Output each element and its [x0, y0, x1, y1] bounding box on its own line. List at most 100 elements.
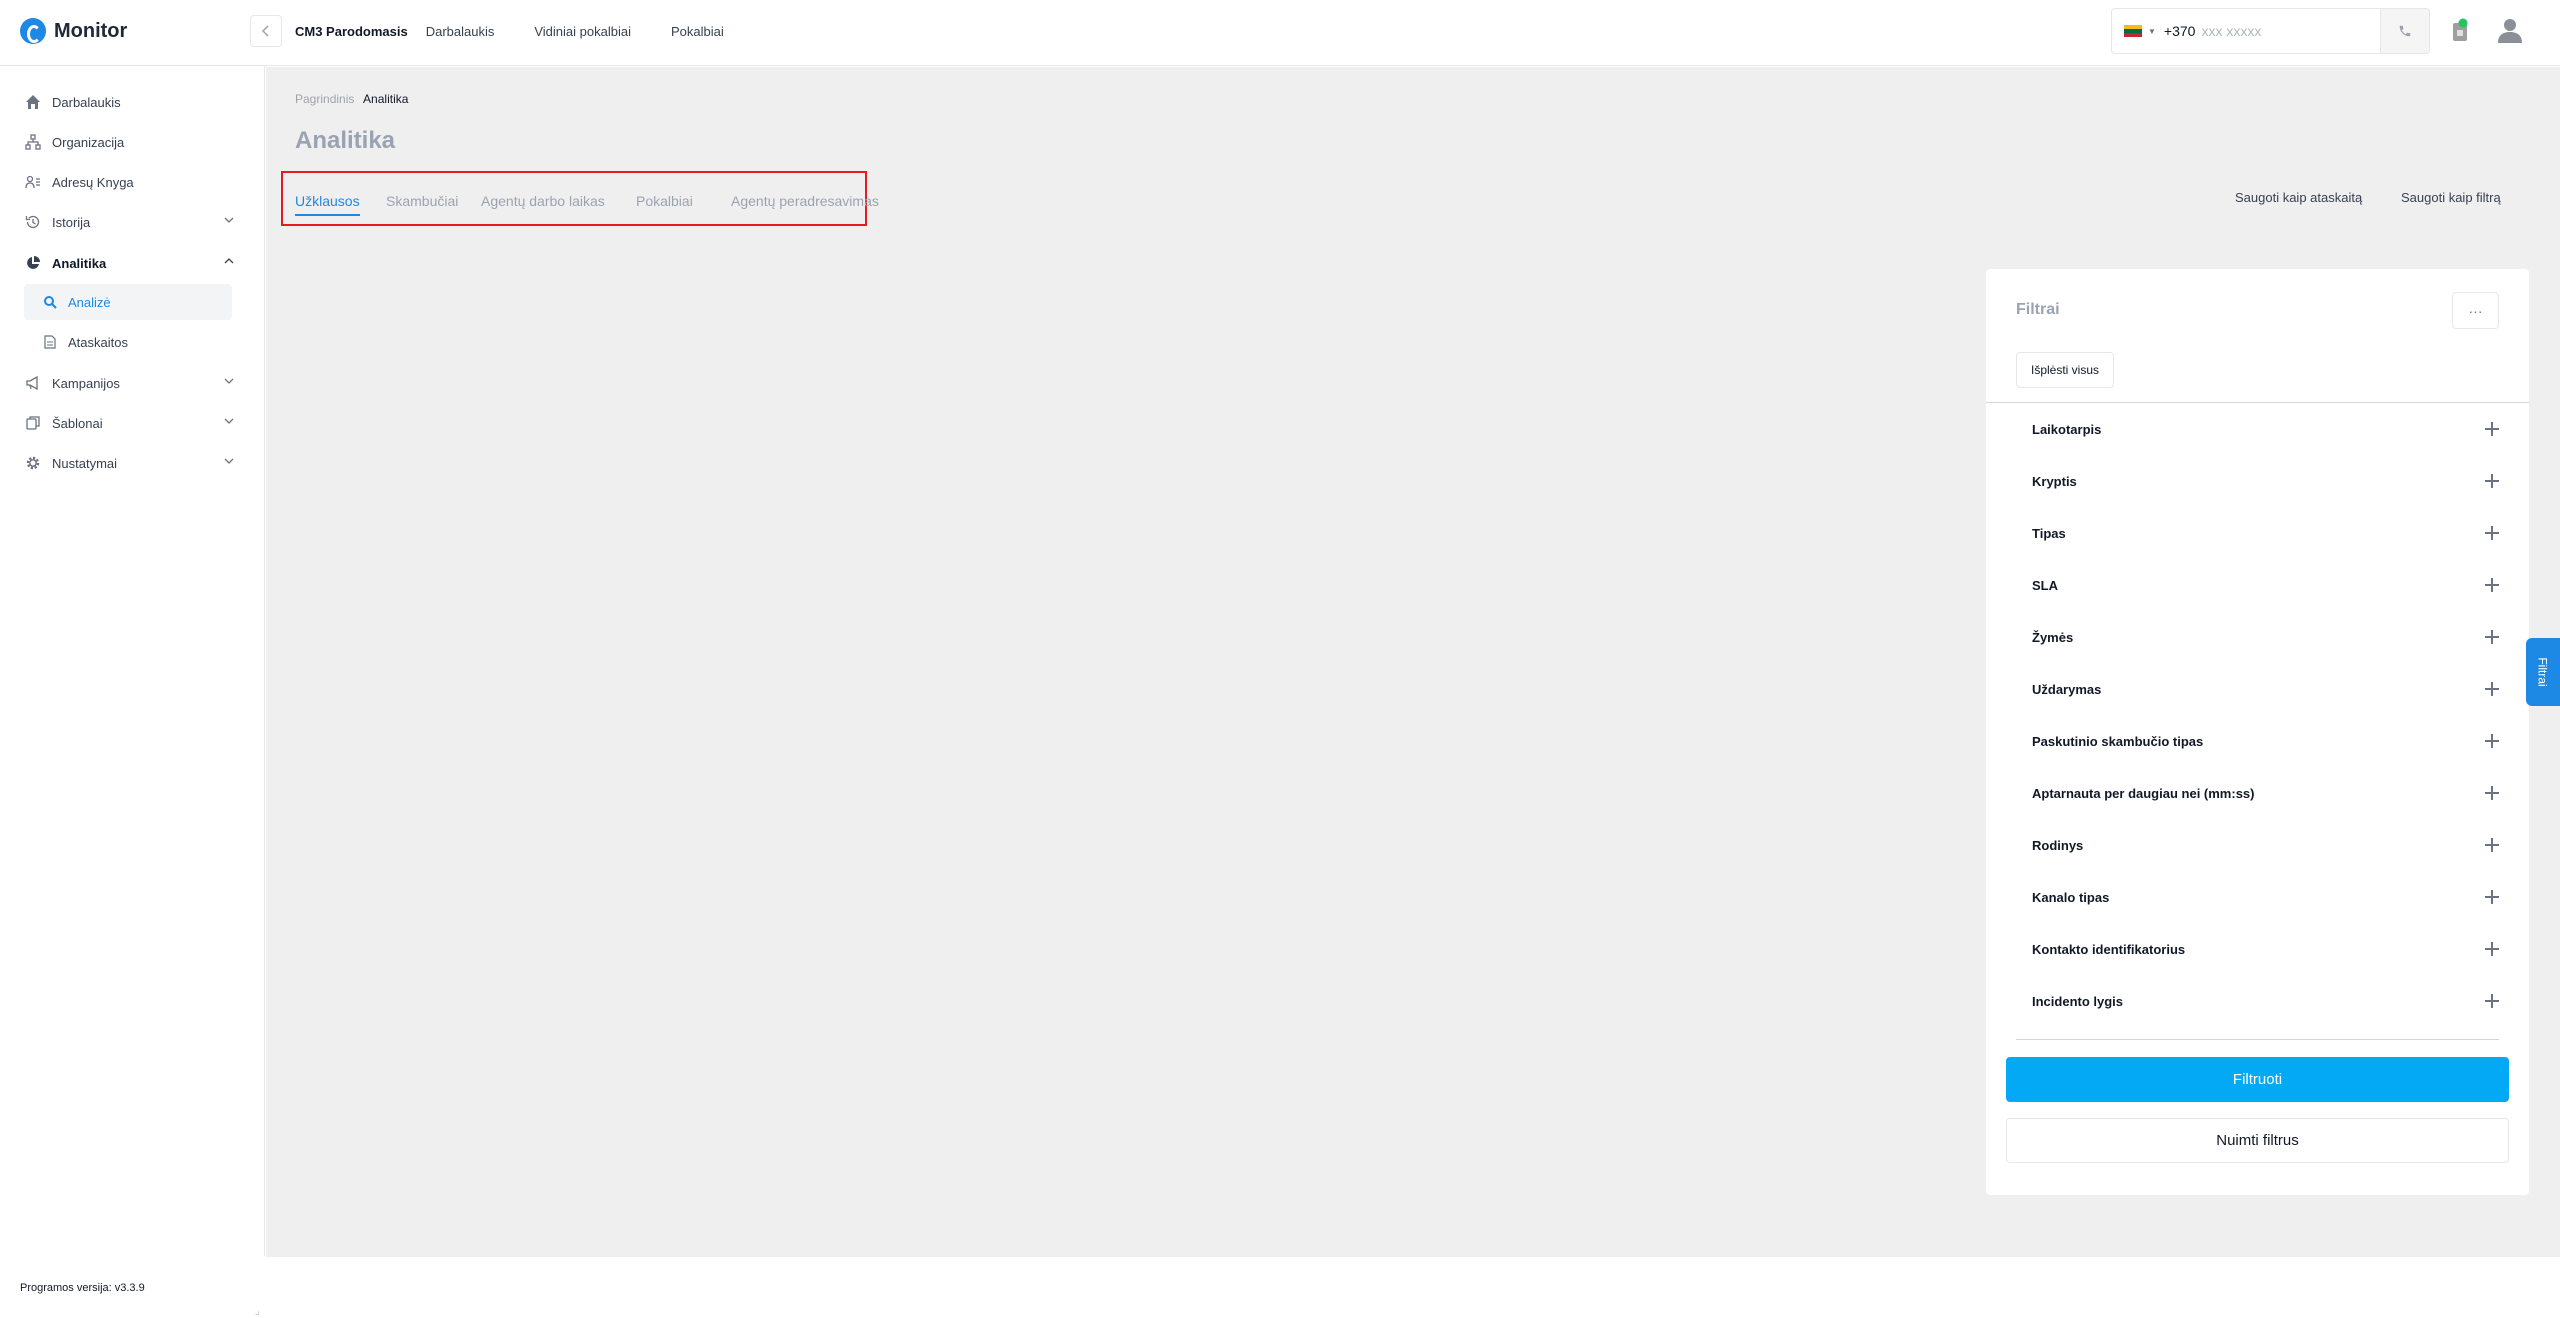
caret-down-icon[interactable]: ▼: [2148, 27, 2156, 36]
chevron-up-icon: [224, 258, 234, 264]
plus-icon[interactable]: [2485, 578, 2499, 592]
filter-row-contact-id[interactable]: Kontakto identifikatorius: [2032, 923, 2499, 975]
flag-lt-icon[interactable]: [2124, 25, 2142, 37]
plus-icon[interactable]: [2485, 942, 2499, 956]
filter-label: Incidento lygis: [2032, 993, 2124, 1009]
save-as-report-button[interactable]: Saugoti kaip ataskaitą: [2235, 190, 2362, 205]
sidebar-item-campaigns[interactable]: Kampanijos: [24, 365, 234, 401]
breadcrumb-home[interactable]: Pagrindinis: [295, 92, 354, 106]
filter-label: Kryptis: [2032, 473, 2077, 489]
sidebar-subitem-analysis[interactable]: Analizė: [24, 284, 232, 320]
address-book-icon: [24, 173, 42, 191]
history-icon: [24, 213, 42, 231]
sidebar-item-history[interactable]: Istorija: [24, 204, 234, 240]
user-avatar-icon[interactable]: [2496, 16, 2524, 44]
sidebar-item-settings[interactable]: Nustatymai: [24, 445, 234, 481]
dial-code: +370: [2163, 23, 2196, 39]
filter-label: SLA: [2032, 577, 2058, 593]
plus-icon[interactable]: [2485, 474, 2499, 488]
more-options-button[interactable]: ···: [2452, 292, 2499, 329]
phone-icon: [2399, 25, 2411, 37]
chevron-down-icon: [224, 458, 234, 464]
sidebar-subitem-label: Analizė: [68, 294, 111, 310]
phone-number-input[interactable]: [2201, 23, 2352, 39]
page-title: Analitika: [295, 127, 396, 154]
sidebar-item-organization[interactable]: Organizacija: [24, 124, 234, 160]
sidebar-item-label: Šablonai: [52, 415, 103, 431]
document-icon: [42, 334, 58, 350]
search-icon: [42, 294, 58, 310]
plus-icon[interactable]: [2485, 682, 2499, 696]
plus-icon[interactable]: [2485, 890, 2499, 904]
filter-label: Kontakto identifikatorius: [2032, 941, 2186, 957]
company-name: CM3 Parodomasis: [295, 23, 408, 39]
phone-dialer: ▼ +370: [2111, 8, 2381, 54]
filter-row-direction[interactable]: Kryptis: [2032, 455, 2499, 507]
logo-icon: [20, 18, 46, 44]
sidebar-item-analytics[interactable]: Analitika: [24, 245, 234, 281]
filter-row-served-over[interactable]: Aptarnauta per daugiau nei (mm:ss): [2032, 767, 2499, 819]
sidebar-item-address-book[interactable]: Adresų Knyga: [24, 164, 234, 200]
sidebar-item-label: Adresų Knyga: [52, 174, 134, 190]
clear-filters-button[interactable]: Nuimti filtrus: [2006, 1118, 2509, 1163]
plus-icon[interactable]: [2485, 994, 2499, 1008]
gear-icon: [24, 454, 42, 472]
expand-all-button[interactable]: Išplėsti visus: [2016, 352, 2115, 388]
template-icon: [24, 414, 42, 432]
plus-icon[interactable]: [2485, 734, 2499, 748]
tab-requests[interactable]: Užklausos: [295, 193, 360, 216]
agent-status-icon[interactable]: [2452, 18, 2468, 42]
tab-agent-work-time[interactable]: Agentų darbo laikas: [481, 193, 605, 209]
tab-agent-redirection[interactable]: Agentų peradresavimas: [731, 193, 879, 209]
top-bar: Monitor CM3 Parodomasis Darbalaukis Vidi…: [0, 0, 2560, 66]
breadcrumb: Pagrindinis Analitika: [295, 92, 408, 106]
call-button[interactable]: [2380, 8, 2430, 54]
apply-filters-button[interactable]: Filtruoti: [2006, 1057, 2509, 1102]
chevron-down-icon: [224, 418, 234, 424]
sidebar-item-templates[interactable]: Šablonai: [24, 405, 234, 441]
megaphone-icon: [24, 374, 42, 392]
sidebar: Darbalaukis Organizacija Adresų Knyga Is…: [0, 66, 265, 1317]
sidebar-resize-handle[interactable]: ⌟: [255, 1306, 260, 1317]
filters-panel: Filtrai ··· Išplėsti visus Laikotarpis K…: [1986, 269, 2529, 1195]
logo[interactable]: Monitor: [20, 18, 127, 44]
sidebar-subitem-reports[interactable]: Ataskaitos: [24, 324, 232, 360]
filters-side-tab[interactable]: Filtrai: [2526, 638, 2560, 706]
nav-link-internal-chats[interactable]: Vidiniai pokalbiai: [534, 24, 631, 39]
filter-row-period[interactable]: Laikotarpis: [2032, 403, 2499, 455]
filter-label: Tipas: [2032, 525, 2066, 541]
main-content: Pagrindinis Analitika Analitika Užklauso…: [266, 67, 2560, 1257]
filter-label: Uždarymas: [2032, 681, 2102, 697]
breadcrumb-current: Analitika: [363, 92, 409, 106]
filter-label: Aptarnauta per daugiau nei (mm:ss): [2032, 785, 2255, 801]
plus-icon[interactable]: [2485, 630, 2499, 644]
sidebar-item-label: Istorija: [52, 214, 91, 230]
filter-label: Rodinys: [2032, 837, 2084, 853]
pie-chart-icon: [24, 254, 42, 272]
plus-icon[interactable]: [2485, 838, 2499, 852]
filter-row-tags[interactable]: Žymės: [2032, 611, 2499, 663]
filter-row-closing[interactable]: Uždarymas: [2032, 663, 2499, 715]
filter-row-last-call-type[interactable]: Paskutinio skambučio tipas: [2032, 715, 2499, 767]
filter-row-type[interactable]: Tipas: [2032, 507, 2499, 559]
sidebar-item-dashboard[interactable]: Darbalaukis: [24, 84, 234, 120]
sidebar-item-label: Kampanijos: [52, 375, 120, 391]
filter-row-channel-type[interactable]: Kanalo tipas: [2032, 871, 2499, 923]
save-as-filter-button[interactable]: Saugoti kaip filtrą: [2401, 190, 2501, 205]
tab-chats[interactable]: Pokalbiai: [636, 193, 693, 209]
sidebar-item-label: Nustatymai: [52, 455, 118, 471]
filter-row-view[interactable]: Rodinys: [2032, 819, 2499, 871]
nav-link-chats[interactable]: Pokalbiai: [671, 24, 724, 39]
top-nav: CM3 Parodomasis Darbalaukis Vidiniai pok…: [295, 0, 764, 62]
plus-icon[interactable]: [2485, 526, 2499, 540]
chevron-down-icon: [224, 217, 234, 223]
divider: [2016, 1039, 2499, 1040]
tab-calls[interactable]: Skambučiai: [386, 193, 458, 209]
plus-icon[interactable]: [2485, 786, 2499, 800]
nav-link-dashboard[interactable]: Darbalaukis: [426, 24, 495, 39]
collapse-sidebar-button[interactable]: [250, 15, 282, 47]
filter-row-incident-level[interactable]: Incidento lygis: [2032, 975, 2499, 1027]
plus-icon[interactable]: [2485, 422, 2499, 436]
logo-text: Monitor: [54, 19, 128, 42]
filter-row-sla[interactable]: SLA: [2032, 559, 2499, 611]
